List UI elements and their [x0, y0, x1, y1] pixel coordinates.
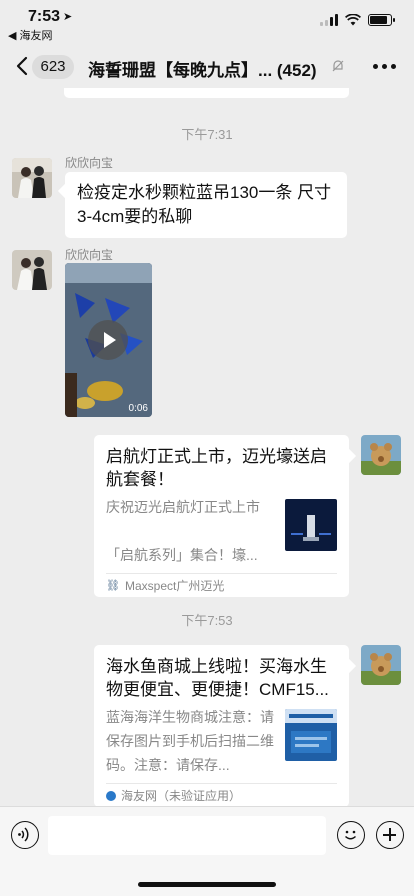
card-source-label: 海友网（未验证应用）: [121, 789, 242, 803]
chat-header: 623 海誓珊盟【每晚九点】... (452): [0, 44, 414, 88]
sender-name: 欣欣向宝: [65, 248, 114, 262]
cellular-signal-icon: [320, 14, 338, 26]
message-bubble[interactable]: 检疫定水秒颗粒蓝吊130一条 尺寸3-4cm要的私聊: [65, 172, 347, 238]
battery-level: [370, 16, 387, 24]
card-title: 海水鱼商城上线啦！买海水生物更便宜、更便捷！CMF15...: [106, 657, 329, 699]
avatar[interactable]: [361, 435, 401, 475]
card-thumbnail: [285, 709, 337, 761]
location-arrow-icon: ➤: [63, 11, 73, 23]
card-source: 海友网（未验证应用）: [106, 783, 337, 806]
emoji-icon[interactable]: [337, 821, 365, 849]
card-thumbnail: [285, 499, 337, 551]
card-source-label: Maxspect广州迈光: [124, 579, 225, 593]
battery-icon: [368, 14, 395, 26]
chat-title: 海誓珊盟【每晚九点】... (452): [88, 61, 317, 80]
unread-count-badge[interactable]: 623: [32, 55, 74, 79]
status-icons: [320, 14, 395, 26]
message-list[interactable]: 下午7:31 欣欣向宝 检疫定水秒颗粒蓝吊130一条 尺寸3-4cm要的私聊 欣…: [0, 88, 414, 806]
home-indicator: [138, 882, 276, 887]
avatar[interactable]: [12, 250, 52, 290]
play-icon[interactable]: [88, 320, 128, 360]
card-description: 蓝海海洋生物商城注意：请保存图片到手机后扫描二维码。注意：请保存...: [106, 709, 274, 773]
card-title: 启航灯正式上市，迈光壕送启航套餐！: [106, 447, 327, 489]
link-card[interactable]: 启航灯正式上市，迈光壕送启航套餐！ 庆祝迈光启航灯正式上市 「启航系列」集合！壕…: [94, 435, 349, 597]
video-duration: 0:06: [128, 403, 148, 414]
message-input[interactable]: [48, 816, 326, 855]
card-source: ⛓ Maxspect广州迈光: [106, 573, 337, 597]
previous-message-bubble: [64, 88, 349, 98]
status-bar: 7:53 ➤ ◀ 海友网: [0, 0, 414, 44]
status-time: 7:53: [28, 8, 61, 25]
wifi-icon: [345, 14, 361, 26]
avatar[interactable]: [361, 645, 401, 685]
bell-muted-icon: [332, 60, 344, 72]
plus-icon[interactable]: [376, 821, 404, 849]
card-description: 庆祝迈光启航灯正式上市 「启航系列」集合！壕...: [106, 499, 260, 563]
back-to-app-link[interactable]: ◀ 海友网: [8, 27, 53, 43]
more-icon[interactable]: [373, 64, 396, 69]
timestamp: 下午7:31: [181, 127, 233, 142]
link-card[interactable]: 海水鱼商城上线啦！买海水生物更便宜、更便捷！CMF15... 蓝海海洋生物商城注…: [94, 645, 349, 806]
sender-name: 欣欣向宝: [65, 156, 114, 170]
voice-icon[interactable]: [11, 821, 39, 849]
video-message[interactable]: 0:06: [65, 263, 152, 417]
timestamp: 下午7:53: [181, 613, 233, 628]
app-source-icon: [106, 790, 116, 801]
avatar[interactable]: [12, 158, 52, 198]
app-link-icon: ⛓: [106, 580, 120, 592]
